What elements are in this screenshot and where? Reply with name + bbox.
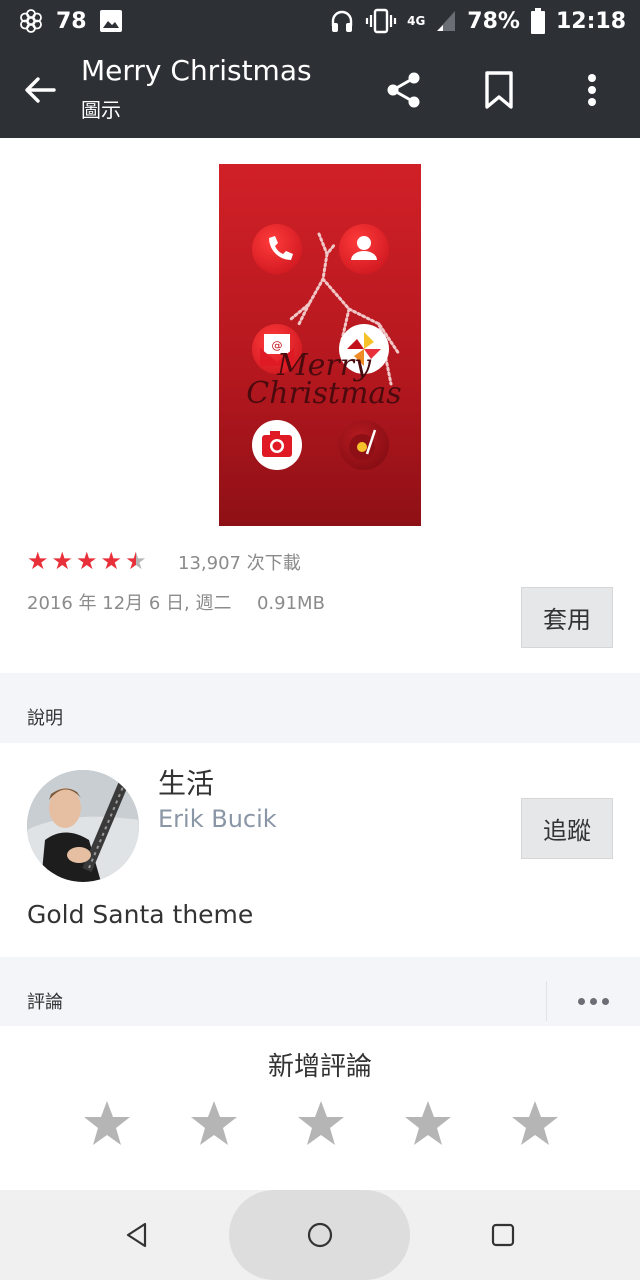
rate-stars (82, 1099, 562, 1151)
star-icon: ★ (100, 547, 123, 575)
half-star-icon: ★ (125, 547, 147, 575)
description-section-header: 說明 (0, 673, 640, 743)
system-nav-bar (0, 1190, 640, 1280)
notification-count: 78 (56, 8, 87, 34)
author-name[interactable]: Erik Bucik (158, 805, 277, 833)
nav-home-icon[interactable] (305, 1220, 335, 1250)
nav-back-icon[interactable] (122, 1220, 152, 1250)
theme-category: 生活 (158, 767, 215, 800)
star-icon: ★ (27, 547, 49, 575)
network-type: 4G (407, 14, 426, 28)
page-subtitle: 圖示 (81, 98, 121, 122)
share-icon[interactable] (384, 70, 424, 110)
flower-notification-icon (20, 9, 42, 33)
apply-button[interactable]: 套用 (521, 587, 613, 648)
reviews-label: 評論 (27, 992, 63, 1013)
image-notification-icon (99, 10, 122, 32)
battery-percent: 78% (467, 8, 520, 34)
theme-description: Gold Santa theme (27, 900, 254, 929)
vibrate-icon (365, 8, 397, 34)
author-avatar[interactable] (27, 770, 139, 882)
description-label: 說明 (27, 708, 63, 729)
nav-recents-icon[interactable] (488, 1220, 518, 1250)
rate-star-5-icon[interactable] (510, 1099, 560, 1149)
rate-star-4-icon[interactable] (403, 1099, 453, 1149)
star-icon: ★ (51, 547, 74, 575)
reviews-section-header: 評論 (0, 957, 640, 1026)
camera-app-icon (252, 420, 302, 470)
file-size: 0.91MB (256, 593, 325, 614)
rate-star-1-icon[interactable] (82, 1099, 132, 1149)
page-title: Merry Christmas (81, 54, 312, 87)
status-bar: 78 4G 78% 12:18 (0, 0, 640, 44)
bookmark-icon[interactable] (481, 70, 517, 110)
star-icon: ★ (76, 547, 98, 575)
add-review-label: 新增評論 (267, 1052, 372, 1082)
follow-button[interactable]: 追蹤 (521, 798, 613, 859)
clock: 12:18 (555, 8, 626, 34)
app-bar: Merry Christmas 圖示 (0, 44, 640, 138)
dot-icon (578, 997, 585, 1005)
merry-christmas-artwork: Merry Christmas (246, 348, 402, 411)
music-app-icon (339, 420, 389, 470)
more-options-icon[interactable] (576, 70, 608, 110)
rating-stars: ★ ★ ★ ★ ★ (27, 547, 147, 575)
reviews-more-button[interactable] (546, 981, 640, 1021)
dot-icon (602, 997, 609, 1005)
theme-preview-image[interactable]: @ Merry Christmas (219, 164, 421, 526)
dot-icon (590, 997, 597, 1005)
headphones-icon (331, 10, 353, 32)
back-arrow-icon[interactable] (20, 70, 60, 110)
download-count: 13,907 次下載 (178, 553, 301, 574)
publish-date: 2016 年 12月 6 日, 週二 (27, 593, 232, 614)
rate-star-3-icon[interactable] (296, 1099, 346, 1149)
battery-icon (530, 8, 545, 34)
signal-icon (437, 11, 456, 31)
rate-star-2-icon[interactable] (189, 1099, 239, 1149)
theme-meta: 2016 年 12月 6 日, 週二 0.91MB (27, 589, 325, 615)
